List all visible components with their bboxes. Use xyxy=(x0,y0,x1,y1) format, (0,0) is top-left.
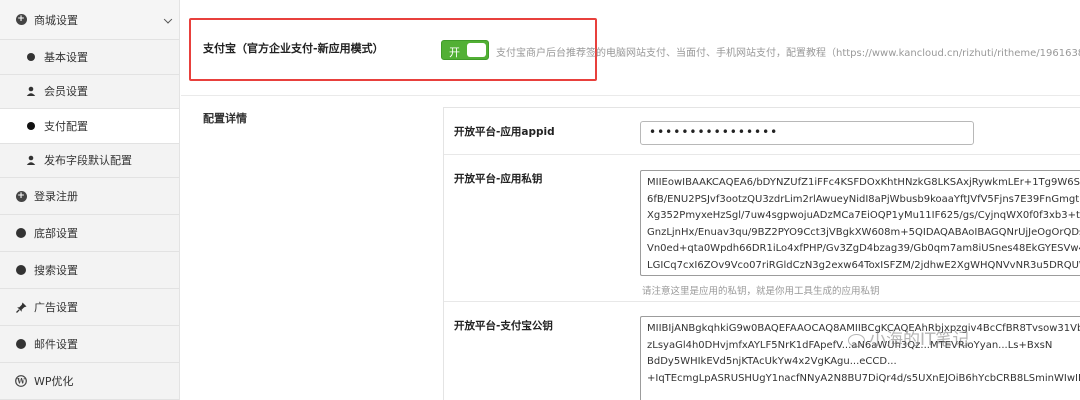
svg-text:W: W xyxy=(16,377,25,386)
pin-icon xyxy=(13,302,29,313)
chevron-down-icon[interactable] xyxy=(163,14,173,24)
alipay-label: 支付宝（官方企业支付-新应用模式） xyxy=(203,42,384,55)
appid-row: 开放平台-应用appid •••••••••••••••• xyxy=(444,108,1080,155)
sidebar-item-label: 邮件设置 xyxy=(34,338,78,351)
appid-input[interactable]: •••••••••••••••• xyxy=(640,121,974,145)
watermark-text: 小海的IT笔记 xyxy=(869,330,970,350)
dot-icon xyxy=(13,228,29,238)
sidebar-item-label: 商城设置 xyxy=(34,13,78,27)
alipay-setting-row: 支付宝（官方企业支付-新应用模式） 开 支付宝商户后台推荐签的电脑网站支付、当面… xyxy=(181,0,1080,96)
public-key-line: BdDy5WHIkEVd5njKTAcUkYw4x2VgKAgu...eCCD.… xyxy=(647,356,897,367)
private-key-line: GnzLjnHx/Enuav3qu/9BZ2PYO9Cct3jVBgkXW608… xyxy=(647,226,1080,238)
config-details-label: 配置详情 xyxy=(203,112,247,125)
private-key-line: 6fB/ENU2PSJvf3ootzQU3zdrLim2rlAwueyNidI8… xyxy=(647,193,1080,205)
config-panel: 开放平台-应用appid •••••••••••••••• 开放平台-应用私钥 … xyxy=(443,107,1080,400)
sidebar-item-search-settings[interactable]: 搜索设置 xyxy=(0,252,179,289)
wechat-icon xyxy=(848,333,865,347)
public-key-label: 开放平台-支付宝公钥 xyxy=(454,320,553,332)
alipay-description: 支付宝商户后台推荐签的电脑网站支付、当面付、手机网站支付，配置教程（https:… xyxy=(496,48,1080,59)
sidebar-item-label: 广告设置 xyxy=(34,301,78,314)
sidebar-item-mail-settings[interactable]: 邮件设置 xyxy=(0,326,179,363)
sidebar: + 商城设置 基本设置 会员设置 支付配置 发布字段默认配置 + 登录注册 底部… xyxy=(0,0,180,400)
dot-icon xyxy=(23,52,39,61)
sidebar-item-member-settings[interactable]: 会员设置 xyxy=(0,74,179,109)
dot-icon xyxy=(23,121,39,130)
sidebar-item-label: 基本设置 xyxy=(44,50,88,64)
sidebar-item-wp-optimize[interactable]: W WP优化 xyxy=(0,363,179,400)
sidebar-item-login-register[interactable]: + 登录注册 xyxy=(0,178,179,215)
private-key-label: 开放平台-应用私钥 xyxy=(454,173,543,185)
user-icon xyxy=(23,86,39,97)
alipay-toggle[interactable]: 开 xyxy=(441,40,489,60)
user-icon xyxy=(23,155,39,166)
toggle-knob xyxy=(467,43,486,57)
private-key-hint: 请注意这里是应用的私钥，就是你用工具生成的应用私钥 xyxy=(642,286,880,297)
sidebar-item-publish-field-defaults[interactable]: 发布字段默认配置 xyxy=(0,143,179,178)
sidebar-item-footer-settings[interactable]: 底部设置 xyxy=(0,215,179,252)
private-key-line: LGICq7cxI6ZOv9Vco07riRGldCzN3g2exw64ToxI… xyxy=(647,259,1080,271)
sidebar-item-mall-settings[interactable]: + 商城设置 xyxy=(0,0,179,40)
plus-circle-icon: + xyxy=(15,14,27,25)
wordpress-icon: W xyxy=(13,375,29,387)
appid-label: 开放平台-应用appid xyxy=(454,126,555,138)
watermark: 小海的IT笔记 xyxy=(848,325,969,350)
private-key-line: MIIEowIBAAKCAQEA6/bDYNZUfZ1iFFc4KSFDOxKh… xyxy=(647,177,1080,188)
sidebar-item-label: 发布字段默认配置 xyxy=(44,154,132,168)
plus-circle-icon: + xyxy=(15,190,27,202)
public-key-line: +IqTEcmgLpASRUSHUgY1nacfNNyA2N8BU7DiQr4d… xyxy=(647,372,1080,384)
sidebar-item-label: 登录注册 xyxy=(34,190,78,203)
sidebar-item-label: 会员设置 xyxy=(44,85,88,99)
sidebar-item-basic-settings[interactable]: 基本设置 xyxy=(0,40,179,75)
toggle-label: 开 xyxy=(449,46,460,59)
main-content: 支付宝（官方企业支付-新应用模式） 开 支付宝商户后台推荐签的电脑网站支付、当面… xyxy=(181,0,1080,400)
sidebar-item-payment-config[interactable]: 支付配置 xyxy=(0,109,179,144)
sidebar-item-ad-settings[interactable]: 广告设置 xyxy=(0,289,179,326)
sidebar-item-label: WP优化 xyxy=(34,375,74,388)
private-key-row: 开放平台-应用私钥 MIIEowIBAAKCAQEA6/bDYNZUfZ1iFF… xyxy=(444,155,1080,302)
sidebar-item-label: 底部设置 xyxy=(34,227,78,240)
sidebar-item-label: 搜索设置 xyxy=(34,264,78,277)
public-key-row: 开放平台-支付宝公钥 MIIBIjANBgkqhkiG9w0BAQEFAAOCA… xyxy=(444,302,1080,400)
dot-icon xyxy=(13,339,29,349)
dot-icon xyxy=(13,265,29,275)
private-key-textarea[interactable]: MIIEowIBAAKCAQEA6/bDYNZUfZ1iFFc4KSFDOxKh… xyxy=(640,170,1080,276)
sidebar-item-label: 支付配置 xyxy=(44,119,88,133)
private-key-line: Vn0ed+qta0Wpdh66DR1iLo4xfPHP/Gv3ZgD4bzag… xyxy=(647,243,1080,254)
private-key-line: Xg352PmyxeHzSgl/7uw4sgpwojuADzMCa7EiOQP1… xyxy=(647,210,1080,221)
